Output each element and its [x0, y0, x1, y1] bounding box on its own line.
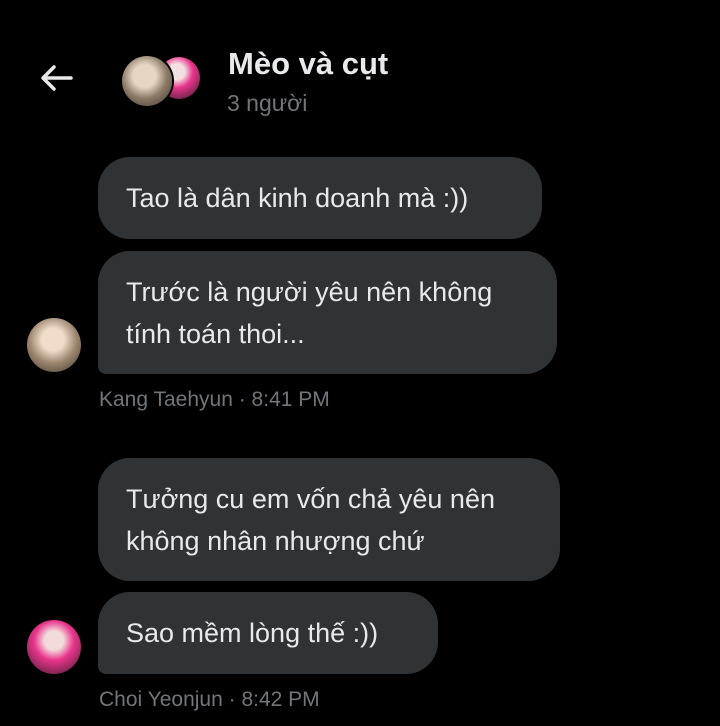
back-button[interactable] [38, 60, 74, 96]
message-text: Tao là dân kinh doanh mà :)) [126, 183, 469, 213]
member-count: 3 người [227, 90, 308, 116]
message-meta: Kang Taehyun · 8:41 PM [99, 388, 330, 411]
sender-avatar[interactable] [27, 620, 81, 674]
conversation-title[interactable]: Mèo và cụt [228, 46, 388, 82]
arrow-left-icon [41, 65, 73, 91]
message-bubble[interactable]: Tao là dân kinh doanh mà :)) [98, 157, 542, 239]
message-text: Sao mềm lòng thế :)) [126, 618, 379, 648]
message-bubble[interactable]: Tưởng cu em vốn chả yêu nên không nhân n… [98, 458, 560, 581]
member-avatar [122, 56, 172, 106]
sender-avatar[interactable] [27, 318, 81, 372]
message-text: không nhân nhượng chứ [126, 526, 425, 556]
message-text: Tưởng cu em vốn chả yêu nên [126, 484, 495, 514]
message-text: Trước là người yêu nên không [126, 277, 493, 307]
message-bubble[interactable]: Sao mềm lòng thế :)) [98, 592, 438, 674]
message-bubble[interactable]: Trước là người yêu nên không tính toán t… [98, 251, 557, 374]
message-text: tính toán thoi... [126, 319, 305, 349]
message-meta: Choi Yeonjun · 8:42 PM [99, 688, 320, 711]
group-avatar[interactable] [122, 55, 202, 107]
